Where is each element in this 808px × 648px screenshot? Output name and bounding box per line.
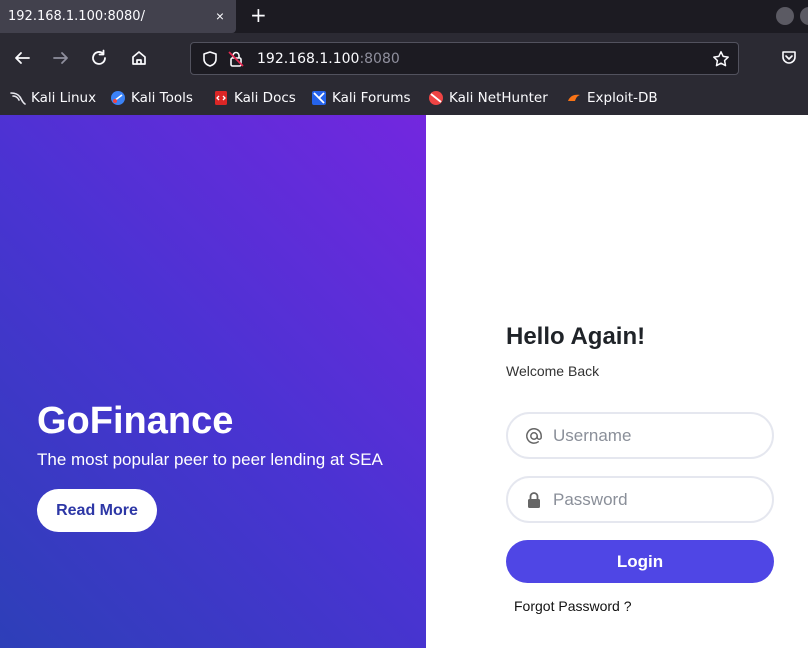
bookmark-label: Kali Docs <box>234 90 296 106</box>
bookmark-kali-forums[interactable]: Kali Forums <box>311 89 411 107</box>
password-field[interactable] <box>506 476 774 523</box>
lock-icon <box>524 490 544 510</box>
address-bar[interactable]: 192.168.1.100:8080 <box>190 42 739 75</box>
url-port: :8080 <box>359 51 400 67</box>
tab-title: 192.168.1.100:8080/ <box>8 9 145 24</box>
back-icon[interactable] <box>11 47 33 69</box>
bookmark-label: Kali Forums <box>332 90 411 106</box>
url-host: 192.168.1.100 <box>257 51 360 67</box>
exploit-db-icon <box>568 94 580 101</box>
login-title: Hello Again! <box>506 323 646 350</box>
brand-tagline: The most popular peer to peer lending at… <box>37 450 383 469</box>
tab-close-icon[interactable]: × <box>216 8 224 24</box>
read-more-button[interactable]: Read More <box>37 489 157 532</box>
bookmark-label: Exploit-DB <box>587 90 658 106</box>
username-input[interactable] <box>553 425 753 446</box>
kali-docs-icon <box>215 91 227 105</box>
bookmark-kali-nethunter[interactable]: Kali NetHunter <box>428 89 548 107</box>
bookmark-kali-docs[interactable]: Kali Docs <box>213 89 296 107</box>
bookmark-star-icon[interactable] <box>710 48 732 70</box>
bookmark-kali-linux[interactable]: Kali Linux <box>10 89 96 107</box>
hero-panel: GoFinance The most popular peer to peer … <box>0 115 426 648</box>
bookmarks-toolbar: Kali Linux Kali Tools Kali Docs Kali For… <box>0 81 808 115</box>
kali-nethunter-icon <box>429 91 443 105</box>
password-input[interactable] <box>553 489 753 510</box>
kali-forums-icon <box>312 91 326 105</box>
forward-icon[interactable] <box>50 47 72 69</box>
reload-icon[interactable] <box>88 47 110 69</box>
login-button[interactable]: Login <box>506 540 774 583</box>
browser-tab-bar: 192.168.1.100:8080/ × + <box>0 0 808 33</box>
url-text: 192.168.1.100:8080 <box>257 51 400 67</box>
bookmark-kali-tools[interactable]: Kali Tools <box>110 89 193 107</box>
username-field[interactable] <box>506 412 774 459</box>
tracking-shield-icon[interactable] <box>199 48 221 70</box>
active-tab[interactable]: 192.168.1.100:8080/ × <box>0 0 236 33</box>
bookmark-label: Kali Linux <box>31 90 97 106</box>
window-minimize-icon[interactable] <box>776 7 794 25</box>
home-icon[interactable] <box>128 47 150 69</box>
bookmark-label: Kali NetHunter <box>449 90 548 106</box>
forgot-password-link[interactable]: Forgot Password ? <box>514 598 632 614</box>
login-subtitle: Welcome Back <box>506 363 600 379</box>
bookmark-label: Kali Tools <box>131 90 193 106</box>
login-panel: Hello Again! Welcome Back Login Forgot P… <box>426 115 808 648</box>
insecure-lock-icon[interactable] <box>225 48 247 70</box>
new-tab-button[interactable]: + <box>250 4 267 26</box>
pocket-icon[interactable] <box>778 47 800 69</box>
bookmark-exploit-db[interactable]: Exploit-DB <box>566 89 658 107</box>
kali-tools-icon <box>111 91 125 105</box>
at-sign-icon <box>524 426 544 446</box>
kali-dragon-icon <box>10 92 26 105</box>
window-maximize-icon[interactable] <box>800 7 808 25</box>
browser-nav-bar: 192.168.1.100:8080 <box>0 33 808 81</box>
brand-title: GoFinance <box>37 400 234 442</box>
